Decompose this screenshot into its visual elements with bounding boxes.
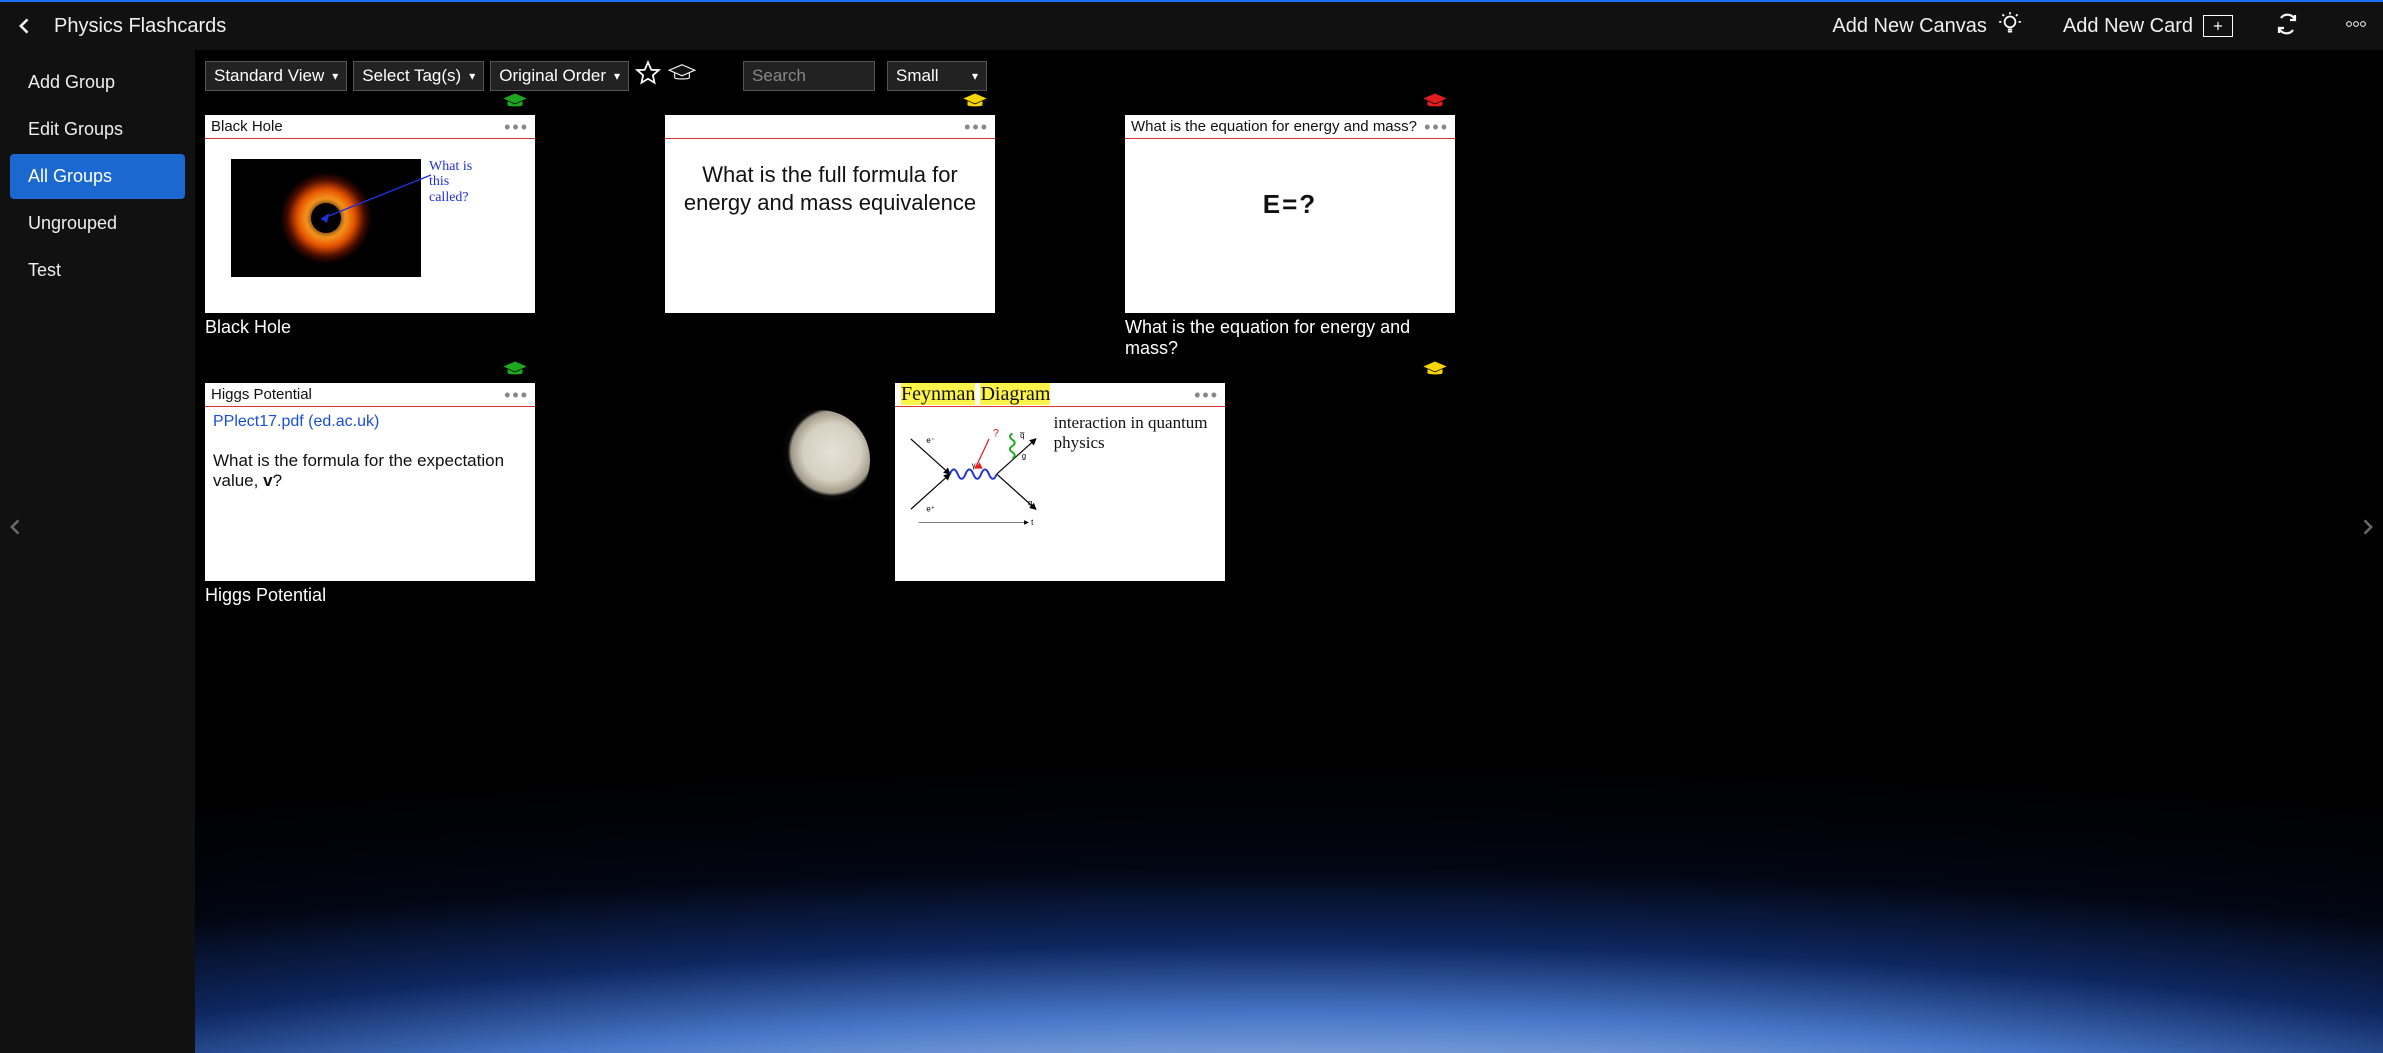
sidebar-item-test[interactable]: Test — [10, 248, 185, 293]
add-card-button[interactable]: Add New Card — [2063, 15, 2233, 38]
card-menu-button[interactable]: ••• — [1194, 390, 1219, 400]
view-select[interactable]: Standard View▾ — [205, 61, 347, 91]
sidebar-item-edit-groups[interactable]: Edit Groups — [10, 107, 185, 152]
sidebar-item-ungrouped[interactable]: Ungrouped — [10, 201, 185, 246]
sidebar-item-all-groups[interactable]: All Groups — [10, 154, 185, 199]
card-caption: Black Hole — [205, 317, 535, 338]
card-caption: What is the equation for energy and mass… — [1125, 317, 1455, 359]
graduation-cap-icon — [1421, 359, 1449, 384]
card-title: What is the equation for energy and mass… — [1131, 118, 1424, 135]
graduation-cap-icon — [501, 359, 529, 384]
add-card-label: Add New Card — [2063, 15, 2193, 38]
plus-icon — [2203, 15, 2233, 37]
back-button[interactable] — [12, 13, 38, 39]
card-menu-button[interactable]: ••• — [964, 122, 989, 132]
black-hole-image — [231, 159, 421, 277]
handwritten-note: interaction in quantum physics — [1054, 413, 1217, 543]
app-header: Physics Flashcards Add New Canvas Add Ne… — [0, 2, 2383, 50]
more-menu-button[interactable] — [2341, 12, 2371, 41]
flashcard[interactable]: ••• What is the full formula for energy … — [665, 115, 995, 313]
card-title: Higgs Potential — [211, 386, 504, 403]
star-filter-button[interactable] — [635, 60, 661, 91]
card-question: What is the formula for the expectation … — [213, 451, 527, 491]
svg-text:q̅: q̅ — [1019, 431, 1025, 440]
search-input[interactable] — [743, 61, 875, 91]
svg-text:?: ? — [993, 428, 999, 440]
flashcard[interactable]: Feynman Diagram ••• — [895, 383, 1225, 581]
study-filter-button[interactable] — [667, 62, 697, 89]
next-page-button[interactable] — [2353, 507, 2381, 547]
page-title: Physics Flashcards — [54, 15, 226, 38]
sync-button[interactable] — [2273, 12, 2301, 41]
graduation-cap-icon — [1421, 91, 1449, 116]
sidebar: Add Group Edit Groups All Groups Ungroup… — [0, 50, 195, 1053]
add-canvas-label: Add New Canvas — [1832, 15, 1987, 38]
card-menu-button[interactable]: ••• — [1424, 122, 1449, 132]
graduation-cap-icon — [961, 91, 989, 116]
toolbar: Standard View▾ Select Tag(s)▾ Original O… — [205, 60, 2373, 91]
feynman-diagram: ? e⁻ e⁺ q̅ q γ g t — [903, 413, 1044, 543]
sidebar-item-add-group[interactable]: Add Group — [10, 60, 185, 105]
card-menu-button[interactable]: ••• — [504, 122, 529, 132]
order-select[interactable]: Original Order▾ — [490, 61, 629, 91]
svg-text:t: t — [1031, 518, 1034, 527]
flashcard[interactable]: Higgs Potential ••• PPlect17.pdf (ed.ac.… — [205, 383, 535, 581]
card-title: Black Hole — [211, 118, 504, 135]
svg-text:g: g — [1022, 451, 1026, 460]
flashcard[interactable]: Black Hole ••• — [205, 115, 535, 313]
card-menu-button[interactable]: ••• — [504, 390, 529, 400]
svg-text:γ: γ — [972, 461, 976, 470]
card-title: Feynman Diagram — [901, 383, 1194, 406]
tag-select[interactable]: Select Tag(s)▾ — [353, 61, 484, 91]
svg-text:q: q — [1028, 498, 1032, 507]
svg-text:e⁺: e⁺ — [926, 505, 934, 514]
lightbulb-icon — [1997, 10, 2023, 42]
add-canvas-button[interactable]: Add New Canvas — [1832, 10, 2023, 42]
size-select[interactable]: Small▾ — [887, 61, 987, 91]
svg-text:e⁻: e⁻ — [926, 436, 934, 445]
card-caption: Higgs Potential — [205, 585, 535, 606]
card-equation: E=? — [1133, 145, 1447, 220]
prev-page-button[interactable] — [2, 507, 30, 547]
card-question: What is the full formula for energy and … — [673, 145, 987, 216]
flashcard[interactable]: What is the equation for energy and mass… — [1125, 115, 1455, 313]
card-link[interactable]: PPlect17.pdf (ed.ac.uk) — [213, 413, 527, 431]
graduation-cap-icon — [501, 91, 529, 116]
